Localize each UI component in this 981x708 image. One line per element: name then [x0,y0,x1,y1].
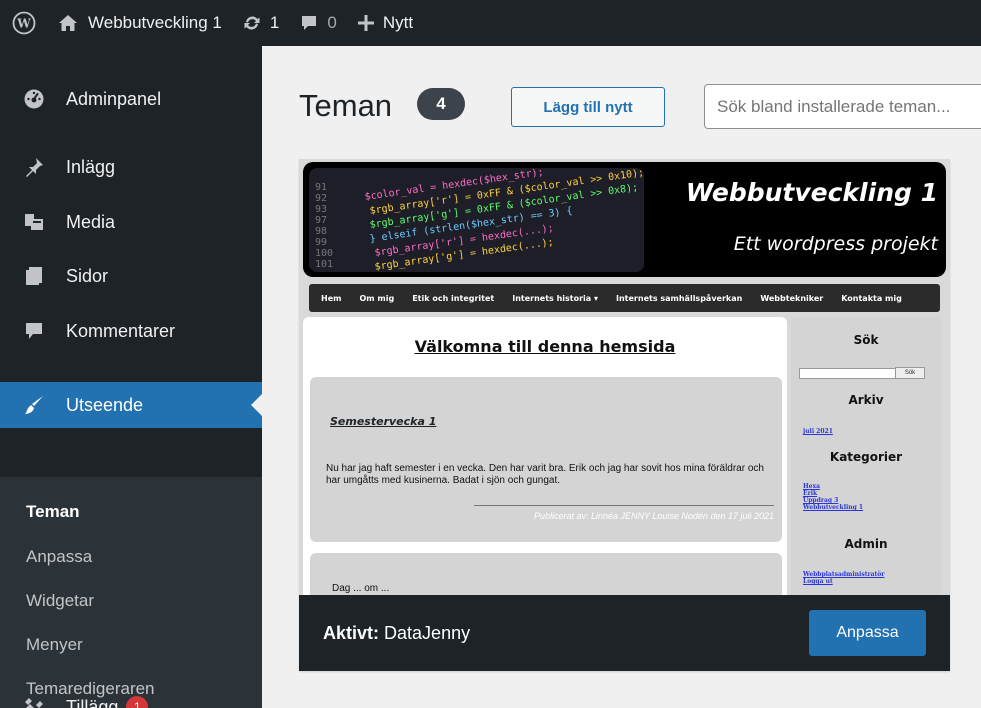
screenshot-admin-heading: Admin [844,537,888,551]
sidebar-item-plugins[interactable]: Tillägg 1 [0,684,262,708]
sidebar-item-pages[interactable]: Sidor [0,253,262,299]
brush-icon [22,393,46,417]
home-icon [59,15,77,31]
sidebar-item-label: Sidor [66,265,109,286]
screenshot-nav: Hem Om mig Etik och integritet Internets… [309,284,940,312]
screenshot-tagline: Ett wordpress projekt [733,233,938,255]
screenshot-admin-link: Webbplatsadministratör [803,571,885,578]
update-icon [244,16,260,30]
screenshot-sidebar: Sök Sök Arkiv juli 2021 Kategorier Hexa … [791,317,941,595]
screenshot-post-excerpt: Nu har jag haft semester i en vecka. Den… [326,463,764,486]
screenshot-site-title: Webbutveckling 1 [685,178,938,207]
comment-icon [302,16,317,30]
screenshot-nav-item: Hem [321,293,342,303]
active-theme-card[interactable]: $color_val = hexdec($hex_str); $rgb_arra… [299,159,950,671]
comments-link[interactable]: 0 [289,0,346,46]
screenshot-welcome-heading: Välkomna till denna hemsida [414,337,676,356]
admin-sidebar: Adminpanel Inlägg Media Sidor Kommentare… [0,46,262,708]
screenshot-category-link: Hexa [803,483,820,490]
wordpress-icon: W [12,11,36,35]
wordpress-logo-menu[interactable]: W [0,0,48,46]
code-background-image: $color_val = hexdec($hex_str); $rgb_arra… [309,168,644,272]
plugin-update-badge: 1 [126,696,149,708]
plugin-icon [22,695,46,708]
screenshot-admin-link: Logga ut [803,578,833,585]
theme-screenshot[interactable]: $color_val = hexdec($hex_str); $rgb_arra… [299,159,950,595]
screenshot-search-heading: Sök [853,333,879,347]
comments-count: 0 [327,13,337,32]
new-label: Nytt [382,13,414,32]
screenshot-nav-item: Etik och integritet [412,293,495,303]
screenshot-nav-item: Om mig [359,293,395,303]
screenshot-archive-heading: Arkiv [848,393,884,407]
sidebar-item-label: Adminpanel [66,88,162,109]
submenu-widgets[interactable]: Widgetar [26,591,94,611]
updates-link[interactable]: 1 [232,0,289,46]
sidebar-item-comments[interactable]: Kommentarer [0,308,262,354]
appearance-submenu: Teman Anpassa Widgetar Menyer Temaredige… [0,477,262,708]
sidebar-item-label: Tillägg [66,696,119,708]
new-content-link[interactable]: Nytt [347,0,423,46]
screenshot-category-link: Erik [803,490,818,497]
screenshot-post-title: Semestervecka 1 [330,415,437,428]
submenu-themes[interactable]: Teman [26,502,80,522]
submenu-customize[interactable]: Anpassa [26,547,92,567]
media-icon [22,210,46,234]
screenshot-category-link: Webbutveckling 1 [803,504,864,511]
updates-count: 1 [269,13,280,32]
screenshot-search-button: Sök [895,367,925,379]
dashboard-icon [22,87,46,111]
comment-icon [22,319,46,343]
site-name: Webbutveckling 1 [88,13,222,32]
sidebar-item-appearance[interactable]: Utseende [0,382,262,428]
pin-icon [22,155,46,179]
svg-text:W: W [16,17,31,31]
sidebar-item-label: Utseende [66,394,144,415]
screenshot-header: $color_val = hexdec($hex_str); $rgb_arra… [303,162,946,277]
screenshot-post-title: Dag ... om ... [332,583,390,594]
sidebar-item-media[interactable]: Media [0,199,262,245]
theme-count-badge: 4 [417,88,465,120]
screenshot-main-content: Välkomna till denna hemsida Semesterveck… [303,317,787,595]
active-theme-name: DataJenny [384,623,471,643]
sidebar-item-label: Inlägg [66,156,116,177]
pages-icon [22,264,46,288]
screenshot-nav-item: Webbtekniker [760,293,824,303]
screenshot-nav-item: Internets samhällspåverkan [616,293,743,303]
sidebar-item-label: Kommentarer [66,320,176,341]
submenu-menus[interactable]: Menyer [26,635,83,655]
site-name-link[interactable]: Webbutveckling 1 [48,0,232,46]
screenshot-nav-item: Kontakta mig [841,293,902,303]
theme-search-input[interactable] [704,84,981,129]
sidebar-item-posts[interactable]: Inlägg [0,144,262,190]
screenshot-search-input [799,368,907,379]
screenshot-post: Semestervecka 1 Nu har jag haft semester… [310,377,782,542]
screenshot-post: Dag ... om ... [310,553,782,595]
screenshot-archive-link: juli 2021 [803,428,833,435]
sidebar-item-dashboard[interactable]: Adminpanel [0,76,262,122]
active-prefix: Aktivt: [323,623,380,643]
customize-theme-button[interactable]: Anpassa [809,610,926,656]
screenshot-nav-item: Internets historia ▾ [512,293,598,303]
plus-icon [357,15,374,31]
add-new-theme-button[interactable]: Lägg till nytt [511,87,665,127]
sidebar-item-label: Media [66,211,116,232]
screenshot-categories-heading: Kategorier [829,450,903,464]
active-theme-label: Aktivt: DataJenny [323,623,470,644]
admin-bar: W Webbutveckling 1 1 0 Nytt [0,0,981,46]
screenshot-category-link: Uppdrag 3 [803,497,839,504]
screenshot-post-meta: Publicerat av: Linnéa JENNY Louise Nodén… [474,505,774,521]
page-title: Teman [299,88,393,123]
